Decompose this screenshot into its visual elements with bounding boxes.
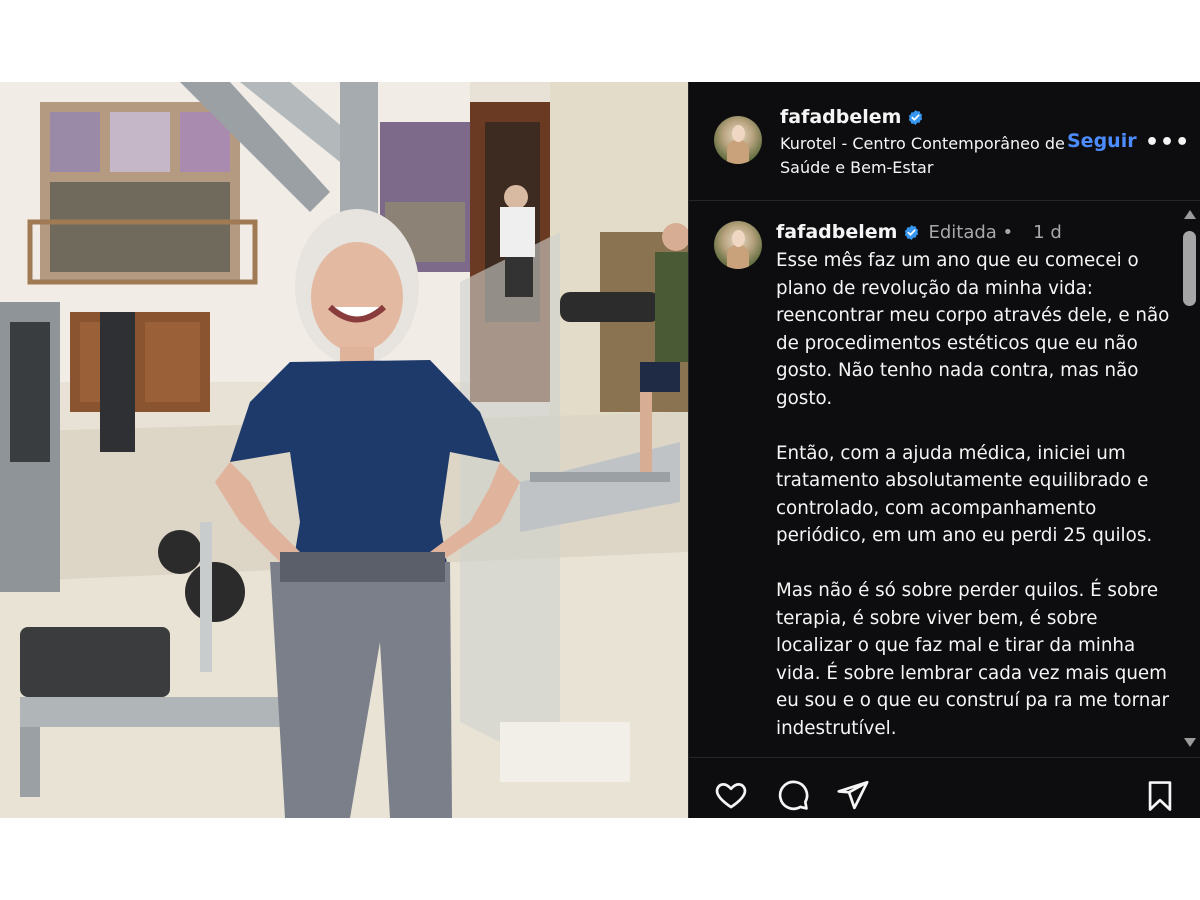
- author-avatar[interactable]: [714, 116, 762, 164]
- caption-text: Esse mês faz um ano que eu comecei o pla…: [776, 250, 1170, 739]
- post-details-panel: fafadbelem Kurotel - Centro Contemporâne…: [688, 82, 1200, 818]
- verified-badge-icon: [903, 224, 920, 241]
- more-options-icon[interactable]: •••: [1145, 130, 1190, 155]
- caption-scrollbar[interactable]: [1180, 210, 1198, 753]
- post-timestamp[interactable]: 1 d: [1033, 222, 1062, 243]
- verified-badge-icon: [907, 109, 924, 126]
- post-header: fafadbelem Kurotel - Centro Contemporâne…: [689, 82, 1200, 201]
- bookmark-icon[interactable]: [1143, 778, 1177, 818]
- scroll-down-arrow-icon[interactable]: [1184, 738, 1196, 747]
- gym-photo-illustration: [0, 82, 688, 818]
- scroll-up-arrow-icon[interactable]: [1184, 210, 1196, 219]
- instagram-post: fafadbelem Kurotel - Centro Contemporâne…: [0, 82, 1200, 818]
- caption-header: fafadbelem Editada • 1 d: [776, 221, 1062, 243]
- caption-scroll-area[interactable]: fafadbelem Editada • 1 d Esse mês faz um…: [689, 201, 1200, 757]
- caption-username[interactable]: fafadbelem: [776, 221, 897, 243]
- author-username[interactable]: fafadbelem: [780, 106, 901, 128]
- edited-label: Editada •: [928, 221, 1014, 243]
- comment-icon[interactable]: [775, 778, 811, 816]
- caption-author-avatar[interactable]: [714, 221, 762, 269]
- post-location[interactable]: Kurotel - Centro Contemporâneo de Saúde …: [780, 132, 1070, 180]
- share-icon[interactable]: [835, 778, 871, 816]
- follow-button[interactable]: Seguir: [1067, 130, 1137, 152]
- heart-icon[interactable]: [713, 778, 749, 816]
- scrollbar-thumb[interactable]: [1183, 231, 1196, 306]
- action-bar: [689, 757, 1200, 818]
- post-photo[interactable]: [0, 82, 688, 818]
- author-name-row: fafadbelem: [780, 106, 924, 128]
